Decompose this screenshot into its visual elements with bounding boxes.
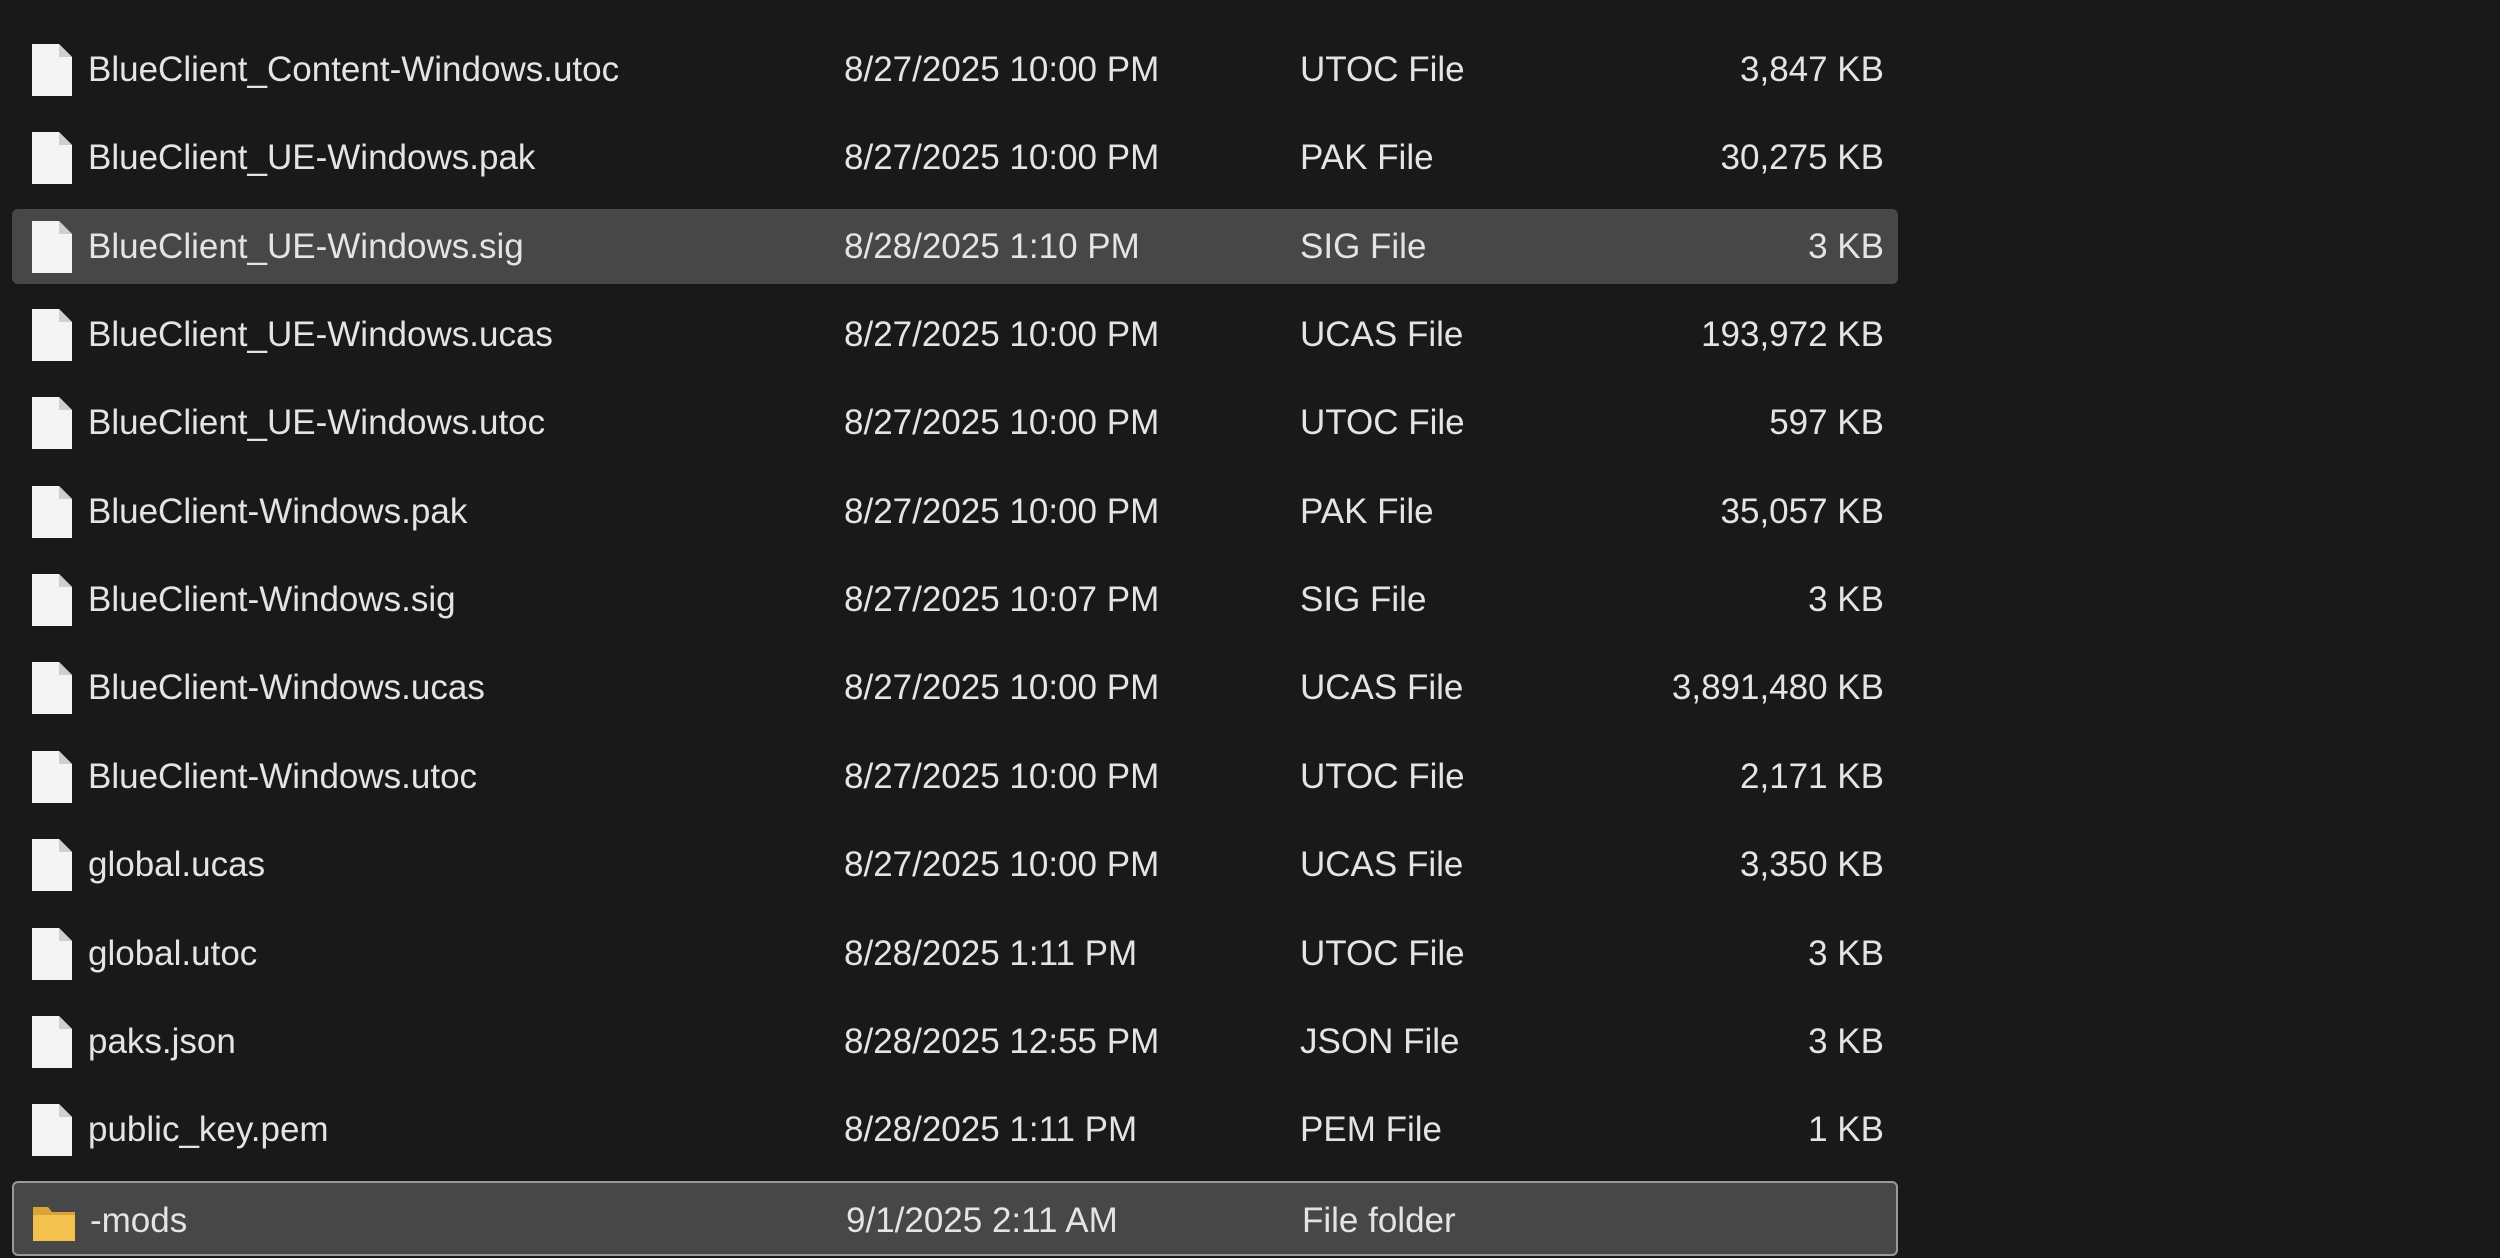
file-size: 30,275 KB	[1720, 138, 1884, 178]
file-list: BlueClient_Content-Windows.utoc 8/27/2025…	[0, 0, 2500, 1256]
date-modified: 8/28/2025 12:55 PM	[844, 1021, 1160, 1061]
file-size: 597 KB	[1769, 403, 1884, 443]
file-size: 1 KB	[1808, 1110, 1884, 1150]
date-modified: 9/1/2025 2:11 AM	[846, 1200, 1118, 1240]
file-icon	[30, 926, 74, 982]
file-icon	[30, 572, 74, 628]
file-icon	[30, 749, 74, 805]
file-name: BlueClient_UE-Windows.pak	[88, 138, 536, 178]
list-item-partial[interactable]	[12, 0, 1898, 5]
file-name: global.ucas	[88, 845, 266, 885]
file-size: 3 KB	[1808, 580, 1884, 620]
file-name: BlueClient_UE-Windows.sig	[88, 226, 524, 266]
date-modified: 8/27/2025 10:00 PM	[844, 315, 1160, 355]
file-name: public_key.pem	[88, 1110, 329, 1150]
file-name: paks.json	[88, 1021, 236, 1061]
file-row[interactable]: BlueClient_UE-Windows.sig 8/28/2025 1:10 …	[12, 208, 1898, 284]
file-type: UCAS File	[1300, 668, 1464, 708]
file-row[interactable]: global.ucas 8/27/2025 10:00 PM UCAS File 3,…	[12, 827, 1898, 902]
file-row[interactable]: BlueClient_UE-Windows.pak 8/27/2025 10:00…	[12, 120, 1898, 195]
file-row[interactable]: BlueClient-Windows.sig 8/27/2025 10:07 PM…	[12, 562, 1898, 637]
date-modified: 8/28/2025 1:11 PM	[844, 933, 1138, 973]
file-type: PEM File	[1300, 1110, 1442, 1150]
file-size: 2,171 KB	[1740, 756, 1884, 796]
file-type: UCAS File	[1300, 315, 1464, 355]
file-row[interactable]: global.utoc 8/28/2025 1:11 PM UTOC File 3 K…	[12, 916, 1898, 991]
file-type: UTOC File	[1300, 403, 1465, 443]
date-modified: 8/27/2025 10:00 PM	[844, 668, 1160, 708]
file-icon	[30, 395, 74, 451]
file-name: global.utoc	[88, 933, 258, 973]
date-modified: 8/27/2025 10:00 PM	[844, 50, 1160, 89]
file-type: JSON File	[1300, 1021, 1460, 1061]
date-modified: 8/28/2025 1:11 PM	[844, 1110, 1138, 1150]
file-type: PAK File	[1300, 491, 1434, 531]
file-size: 3,847 KB	[1740, 50, 1884, 89]
file-size: 3 KB	[1808, 1021, 1884, 1061]
date-modified: 8/27/2025 10:00 PM	[844, 403, 1160, 443]
file-icon	[30, 484, 74, 540]
date-modified: 8/27/2025 10:00 PM	[844, 756, 1160, 796]
file-size	[1514, 1183, 1886, 1258]
file-name: BlueClient_UE-Windows.utoc	[88, 403, 546, 443]
file-type: SIG File	[1300, 580, 1427, 620]
file-size: 3 KB	[1808, 226, 1884, 266]
file-type: SIG File	[1300, 226, 1427, 266]
file-row[interactable]: public_key.pem 8/28/2025 1:11 PM PEM File 1…	[12, 1092, 1898, 1167]
folder-row[interactable]: -mods 9/1/2025 2:11 AM File folder	[12, 1180, 1898, 1258]
file-name: -mods	[90, 1200, 188, 1240]
file-icon	[30, 1014, 74, 1070]
date-modified: 8/27/2025 10:07 PM	[844, 580, 1160, 620]
date-modified: 8/27/2025 10:00 PM	[844, 138, 1160, 178]
file-icon	[30, 837, 74, 893]
file-row[interactable]: BlueClient_UE-Windows.ucas 8/27/2025 10:0…	[12, 297, 1898, 372]
file-name: BlueClient-Windows.sig	[88, 580, 456, 620]
file-name: BlueClient-Windows.ucas	[88, 668, 485, 708]
file-size: 3,891,480 KB	[1671, 668, 1884, 708]
file-row[interactable]: BlueClient_UE-Windows.utoc 8/27/2025 10:0…	[12, 385, 1898, 460]
file-size: 193,972 KB	[1701, 315, 1884, 355]
date-modified: 8/27/2025 10:00 PM	[844, 491, 1160, 531]
file-icon	[30, 307, 74, 363]
file-icon	[30, 42, 74, 98]
file-row[interactable]: BlueClient_Content-Windows.utoc 8/27/2025…	[12, 32, 1898, 107]
file-row[interactable]: BlueClient-Windows.pak 8/27/2025 10:00 PM…	[12, 474, 1898, 549]
file-type: UTOC File	[1300, 933, 1465, 973]
file-icon	[30, 219, 74, 275]
file-type: File folder	[1302, 1200, 1456, 1240]
file-size: 3,350 KB	[1740, 845, 1884, 885]
date-modified: 8/28/2025 1:10 PM	[844, 226, 1140, 266]
file-row[interactable]: BlueClient-Windows.utoc 8/27/2025 10:00 P…	[12, 739, 1898, 814]
file-row[interactable]: paks.json 8/28/2025 12:55 PM JSON File 3 KB	[12, 1004, 1898, 1079]
file-name: BlueClient-Windows.pak	[88, 491, 468, 531]
date-modified: 8/27/2025 10:00 PM	[844, 845, 1160, 885]
file-icon	[30, 130, 74, 186]
file-icon	[30, 660, 74, 716]
file-name: BlueClient_Content-Windows.utoc	[88, 50, 620, 89]
file-name: BlueClient_UE-Windows.ucas	[88, 315, 553, 355]
file-size: 3 KB	[1808, 933, 1884, 973]
file-row[interactable]: BlueClient-Windows.ucas 8/27/2025 10:00 P…	[12, 650, 1898, 725]
file-name: BlueClient-Windows.utoc	[88, 756, 478, 796]
folder-icon	[32, 1193, 76, 1249]
file-type: UCAS File	[1300, 845, 1464, 885]
file-type: UTOC File	[1300, 50, 1465, 89]
file-size: 35,057 KB	[1720, 491, 1884, 531]
file-type: PAK File	[1300, 138, 1434, 178]
file-type: UTOC File	[1300, 756, 1465, 796]
file-icon	[30, 1102, 74, 1158]
